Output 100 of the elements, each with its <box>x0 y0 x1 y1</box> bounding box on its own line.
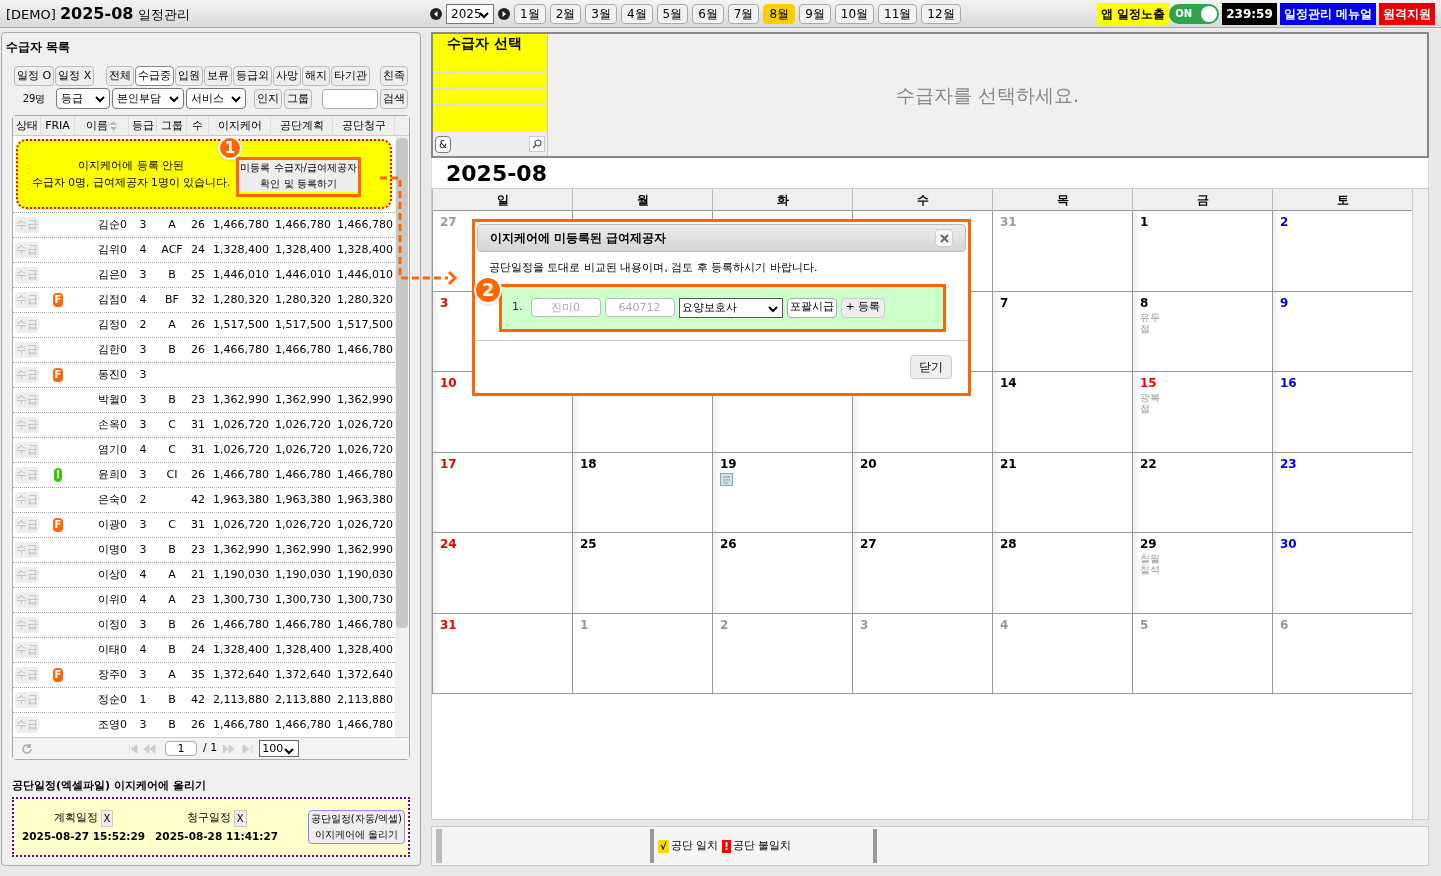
status-filter-button[interactable]: 해지 <box>302 66 331 86</box>
splitter-handle[interactable] <box>436 829 442 863</box>
month-tab[interactable]: 4월 <box>620 3 653 24</box>
grade-select[interactable]: 등급 <box>56 88 110 109</box>
amount-cell-text: 1,466,780 <box>274 716 332 733</box>
month-tab[interactable]: 12월 <box>921 3 961 24</box>
month-tab[interactable]: 11월 <box>878 3 918 24</box>
pagination-arrows-icon[interactable] <box>223 744 254 753</box>
schedule-filter-button[interactable]: 일정 X <box>55 66 95 86</box>
filter-button[interactable]: 그룹 <box>284 88 312 109</box>
amount-cell-text: 1,362,990 <box>336 541 394 558</box>
month-tab[interactable]: 10월 <box>834 3 875 24</box>
day-number: 28 <box>1000 536 1017 553</box>
count-cell-text: 26 <box>190 466 206 483</box>
month-tab[interactable]: 6월 <box>692 3 724 24</box>
year-select[interactable]: 2025 <box>446 3 494 24</box>
status-filter-button[interactable]: 타기관 <box>331 66 371 86</box>
name-cell-text: 김점0 <box>97 291 128 308</box>
amount-cell-text: 1,362,990 <box>212 391 270 408</box>
upload-time: 2025-08-27 15:52:29 <box>22 828 146 844</box>
filter-button[interactable]: 인지 <box>254 88 282 109</box>
column-header[interactable]: 이름 <box>75 116 129 136</box>
column-header[interactable]: 공단계획 <box>271 116 333 136</box>
search-field[interactable] <box>322 88 378 109</box>
column-header[interactable]: FRIA <box>41 116 75 136</box>
amount-cell-text: 1,362,990 <box>274 391 332 408</box>
column-header[interactable]: 등급 <box>129 116 157 136</box>
status-filter-button[interactable]: 입원 <box>175 66 204 86</box>
clock: 239:59 <box>1222 2 1277 25</box>
day-number: 15 <box>1140 375 1157 392</box>
count-cell-text: 25 <box>190 266 206 283</box>
register-button[interactable]: + 등록 <box>840 297 886 318</box>
refresh-icon[interactable] <box>21 742 33 755</box>
family-button[interactable]: 친족 <box>380 66 408 86</box>
column-header[interactable]: 공단청구 <box>333 116 395 136</box>
day-number: 5 <box>1140 616 1149 634</box>
amount-cell-text: 1,026,720 <box>336 441 394 458</box>
clear-button[interactable]: X <box>100 809 114 827</box>
amount-cell-text: 1,328,400 <box>212 641 270 658</box>
close-button[interactable]: 닫기 <box>910 354 952 379</box>
name-cell-text: 김은0 <box>97 266 128 283</box>
legend-label: 공단 불일치 <box>732 837 792 854</box>
month-tab[interactable]: 5월 <box>656 3 689 24</box>
page-size-select[interactable]: 100 <box>259 740 300 757</box>
next-icon[interactable] <box>498 7 510 20</box>
clear-button[interactable]: X <box>233 809 247 827</box>
holiday-label: 칠월칠석 <box>1140 553 1161 575</box>
column-header[interactable]: 수 <box>187 116 209 136</box>
name-cell-text: 염기0 <box>97 441 128 458</box>
status-filter-button[interactable]: 수급중 <box>135 66 175 86</box>
count-cell-text: 35 <box>190 666 206 683</box>
day-number: 26 <box>720 536 737 553</box>
grade-cell-text: 4 <box>138 641 148 658</box>
name-cell-text: 동진0 <box>97 366 128 383</box>
count-cell-text: 23 <box>190 391 206 408</box>
month-tab[interactable]: 1월 <box>514 3 546 24</box>
splitter-handle[interactable] <box>650 829 654 863</box>
grade-cell-text: 4 <box>138 441 148 458</box>
grade-cell-text: 4 <box>138 291 148 308</box>
remote-support-button[interactable]: 원격지원 <box>1379 2 1435 25</box>
month-tab[interactable]: 7월 <box>727 3 760 24</box>
copay-select[interactable]: 본인부담 <box>112 88 184 109</box>
schedule-filter-button[interactable]: 일정 O <box>14 66 55 86</box>
dialog-description: 공단일정을 토대로 비교된 내용이며, 검토 후 등록하시기 바랍니다. <box>488 260 819 276</box>
status-filter-button[interactable]: 등급외 <box>233 66 273 86</box>
status-filter-button[interactable]: 보류 <box>204 66 233 86</box>
fria-badge: F <box>52 293 64 307</box>
close-icon[interactable] <box>935 229 953 247</box>
column-header[interactable]: 그룹 <box>157 116 187 136</box>
pagination-arrows-icon[interactable] <box>129 744 159 753</box>
panel-title: 수급자 목록 <box>5 39 72 56</box>
column-header[interactable]: 상태 <box>13 116 41 136</box>
status-filter-button[interactable]: 전체 <box>106 66 135 86</box>
group-cell-text: CI <box>165 466 179 483</box>
previous-icon[interactable] <box>430 7 442 20</box>
pay-type-button[interactable]: 포괄시급 <box>786 297 837 318</box>
register-check-button[interactable]: 미등록 수급자/급여제공자 확인 및 등록하기 <box>239 160 358 192</box>
scrollbar-thumb[interactable] <box>396 138 408 628</box>
and-button[interactable]: & <box>435 135 451 153</box>
month-tab[interactable]: 2월 <box>549 3 582 24</box>
search-icon[interactable] <box>529 136 545 152</box>
role-select[interactable]: 요양보호사 <box>678 297 783 318</box>
month-tab[interactable]: 8월 <box>763 3 796 24</box>
amount-cell-text: 1,963,380 <box>212 491 270 508</box>
day-number: 3 <box>440 294 449 312</box>
page-input[interactable]: 1 <box>165 741 197 756</box>
month-tab[interactable]: 9월 <box>799 3 831 24</box>
splitter-handle[interactable] <box>873 829 878 863</box>
scrollbar-track[interactable] <box>1412 189 1428 819</box>
column-header[interactable]: 이지케어 <box>209 116 271 136</box>
manual-button[interactable]: 일정관리 메뉴얼 <box>1279 2 1376 25</box>
grade-cell-text: 1 <box>138 691 148 708</box>
month-tab[interactable]: 3월 <box>585 3 617 24</box>
count-cell-text: 23 <box>190 541 206 558</box>
search-button[interactable]: 검색 <box>380 88 408 109</box>
caret-icon <box>479 9 489 20</box>
status-filter-button[interactable]: 사망 <box>273 66 302 86</box>
upload-button[interactable]: 공단일정(자동/엑셀) 이지케어에 올리기 <box>307 810 405 844</box>
group-cell-text: B <box>167 716 177 733</box>
service-select[interactable]: 서비스 <box>186 88 246 109</box>
